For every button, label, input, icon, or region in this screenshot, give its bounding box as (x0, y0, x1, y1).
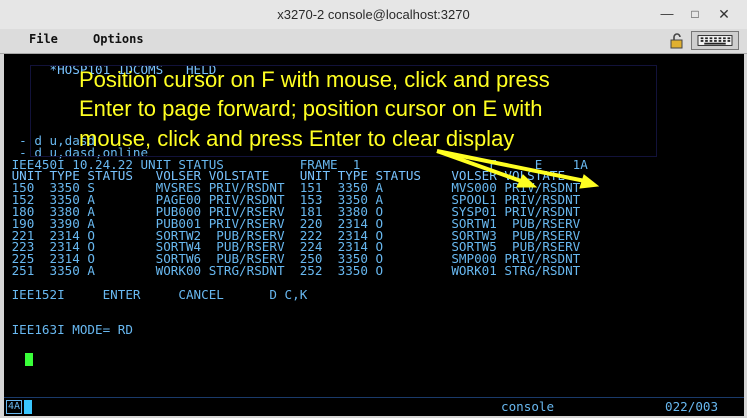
menubar: File Options (0, 29, 747, 54)
status-bar: 4A console 022/003 (4, 397, 744, 416)
terminal-line: 251 3350 A WORK00 STRG/RSDNT 252 3350 O … (4, 263, 581, 279)
status-cursor-block (24, 400, 32, 414)
terminal-cursor (25, 353, 33, 366)
cursor-position: 022/003 (665, 399, 719, 414)
window-title: x3270-2 console@localhost:3270 (277, 7, 470, 22)
maximize-icon[interactable]: □ (685, 4, 705, 24)
terminal-line: IEE163I MODE= RD (4, 322, 133, 338)
lock-icon[interactable] (668, 32, 686, 50)
annotation-line-3: mouse, click and press Enter to clear di… (79, 126, 515, 151)
connection-indicator: 4A (6, 400, 23, 414)
close-icon[interactable]: ✕ (714, 4, 734, 24)
file-menu[interactable]: File (29, 32, 58, 46)
annotation-line-2: Enter to page forward; position cursor o… (79, 96, 543, 121)
terminal-line: IEE152I ENTER CANCEL D C,K (4, 286, 308, 302)
annotation-line-1: Position cursor on F with mouse, click a… (79, 67, 550, 92)
session-name: console (501, 399, 555, 414)
options-menu[interactable]: Options (93, 32, 144, 46)
window-titlebar: x3270-2 console@localhost:3270 — □ ✕ (0, 0, 747, 30)
keyboard-icon[interactable] (691, 31, 739, 50)
minimize-icon[interactable]: — (657, 4, 677, 24)
